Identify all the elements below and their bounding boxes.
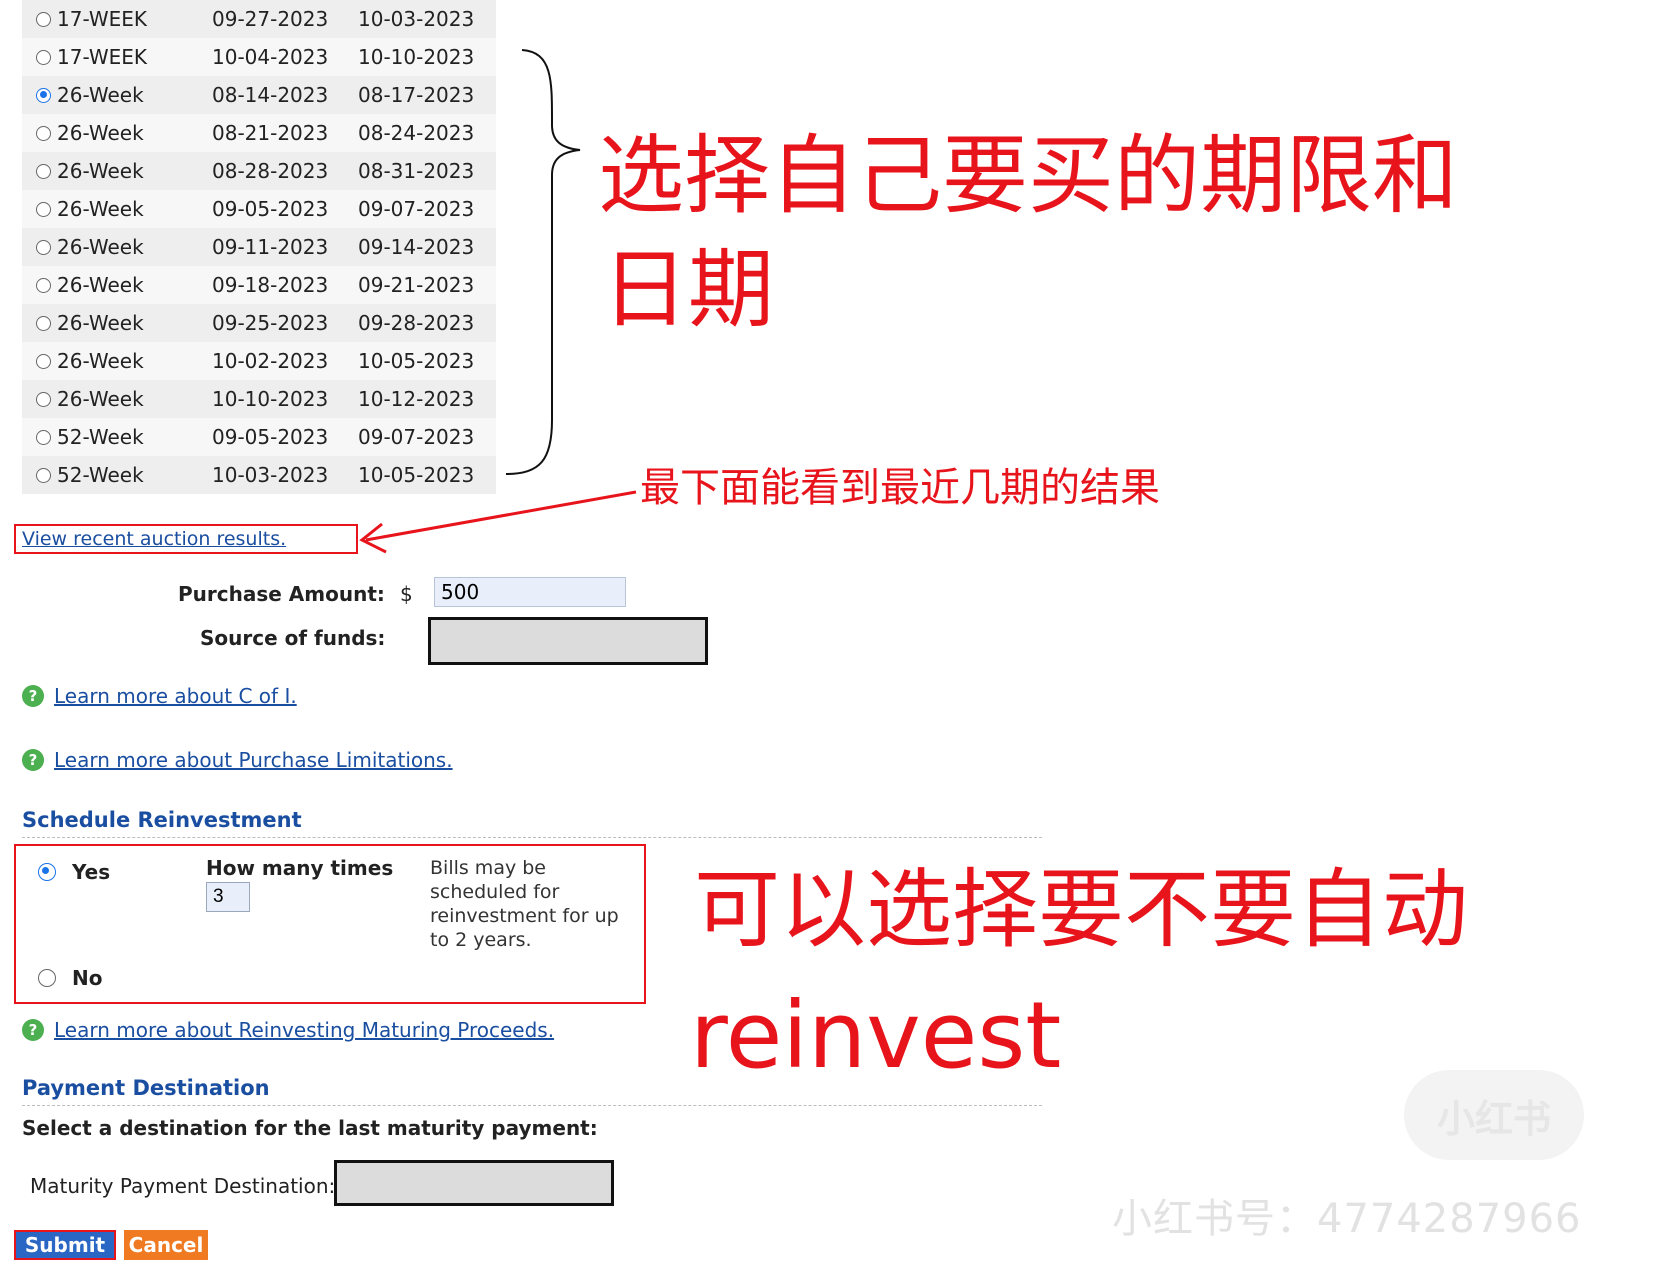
purchase-amount-input[interactable] (434, 577, 626, 607)
brace-icon (505, 49, 581, 475)
maturity-destination-label: Maturity Payment Destination: (30, 1174, 336, 1198)
help-icon: ? (22, 1019, 44, 1041)
source-of-funds-select[interactable] (428, 617, 708, 665)
maturity-destination-select[interactable] (334, 1160, 614, 1206)
annotation-choose-term-line1: 选择自己要买的期限和 (598, 126, 1458, 226)
schedule-reinvestment-title: Schedule Reinvestment (22, 808, 302, 832)
help-reinvesting: ? Learn more about Reinvesting Maturing … (22, 1018, 554, 1042)
reinvest-times-input[interactable] (206, 882, 250, 912)
watermark-logo: 小红书 (1404, 1070, 1584, 1160)
currency-symbol: $ (400, 582, 413, 606)
reinvest-no-option[interactable]: No (38, 966, 102, 990)
view-results-highlight: View recent auction results. (14, 524, 358, 554)
reinvestment-highlight: Yes No How many times Bills may be sched… (14, 844, 646, 1004)
reinvest-note: Bills may be scheduled for reinvestment … (430, 857, 619, 951)
annotation-reinvest-line2: reinvest (690, 982, 1062, 1089)
watermark-account: 小红书号：4774287966 (1112, 1196, 1582, 1242)
help-c-of-i: ? Learn more about C of I. (22, 684, 297, 708)
reinvest-no-radio[interactable] (38, 969, 56, 987)
reinvest-no-label: No (72, 966, 103, 990)
payment-instruction: Select a destination for the last maturi… (22, 1116, 598, 1140)
help-icon: ? (22, 685, 44, 707)
learn-c-of-i-link[interactable]: Learn more about C of I. (54, 684, 297, 708)
purchase-amount-label: Purchase Amount: (178, 582, 385, 606)
payment-destination-title: Payment Destination (22, 1076, 270, 1100)
cancel-button[interactable]: Cancel (124, 1230, 208, 1260)
help-icon: ? (22, 749, 44, 771)
section-divider (22, 837, 1042, 838)
learn-limitations-link[interactable]: Learn more about Purchase Limitations. (54, 748, 453, 772)
help-limitations: ? Learn more about Purchase Limitations. (22, 748, 453, 772)
annotation-choose-term-line2: 日期 (602, 240, 774, 340)
reinvest-yes-option[interactable]: Yes (38, 860, 110, 884)
annotation-recent-results: 最下面能看到最近几期的结果 (640, 465, 1160, 511)
how-many-times-label: How many times (206, 856, 394, 880)
section-divider (22, 1105, 1042, 1106)
view-results-link[interactable]: View recent auction results. (22, 528, 286, 550)
reinvest-yes-radio[interactable] (38, 863, 56, 881)
annotation-reinvest-line1: 可以选择要不要自动 (694, 860, 1468, 960)
learn-reinvesting-link[interactable]: Learn more about Reinvesting Maturing Pr… (54, 1018, 554, 1042)
submit-button[interactable]: Submit (14, 1230, 116, 1260)
source-of-funds-label: Source of funds: (200, 626, 386, 650)
reinvest-yes-label: Yes (72, 860, 111, 884)
arrow-line (365, 490, 637, 542)
